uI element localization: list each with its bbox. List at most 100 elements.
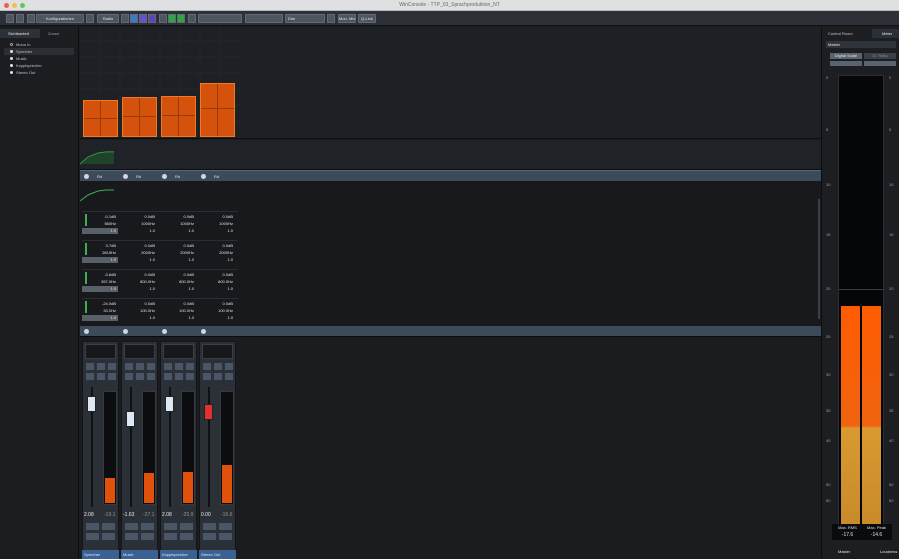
channel-control-button[interactable] (107, 372, 117, 381)
eq-gain-value[interactable]: 0.0dB (121, 214, 157, 220)
channel-control-button[interactable] (202, 362, 212, 371)
eq-power-icon[interactable] (162, 174, 167, 179)
eq-frequency-value[interactable]: 2000Hz (199, 250, 235, 256)
eq-gain-value[interactable]: 0.0dB (160, 272, 196, 278)
eq-frequency-value[interactable]: 100.0Hz (199, 308, 235, 314)
read-icon[interactable] (188, 14, 196, 23)
input-slot[interactable] (85, 344, 116, 359)
eq-gain-value[interactable]: 0.0dB (160, 214, 196, 220)
footer-loudness-tab[interactable]: Loudness (880, 549, 897, 554)
footer-master-tab[interactable]: Master (838, 549, 850, 554)
channel-bottom-button[interactable] (218, 532, 233, 541)
channel-control-button[interactable] (185, 362, 195, 371)
eq-gain-value[interactable]: 0.0dB (199, 301, 235, 307)
eq-frequency-value[interactable]: 800.0Hz (199, 279, 235, 285)
comp-power-icon[interactable] (162, 329, 167, 334)
eq-q-value[interactable]: 1.0 (121, 228, 157, 234)
eq-q-value[interactable]: 1.0 (160, 228, 196, 234)
input-slot[interactable] (202, 344, 233, 359)
preset-selector[interactable]: Konfigurationen (36, 14, 84, 23)
comp-power-icon[interactable] (123, 329, 128, 334)
eq-frequency-value[interactable]: 357.0Hz (82, 279, 118, 285)
q-link-button[interactable]: Q-Link (358, 14, 376, 23)
fader-gain-value[interactable]: -1.63 (123, 511, 134, 520)
tab-visibility[interactable]: Sichtbarkeit (0, 29, 40, 38)
eq-gain-value[interactable]: 0.0dB (121, 243, 157, 249)
mode-selector[interactable]: Radio (97, 14, 119, 23)
channel-filter[interactable] (198, 14, 242, 23)
channel-bottom-button[interactable] (85, 532, 100, 541)
channel-control-button[interactable] (96, 372, 106, 381)
insert-view-icon[interactable] (139, 14, 147, 23)
tab-zones[interactable]: Zonen (40, 29, 78, 38)
routing-icon[interactable] (121, 14, 129, 23)
eq-frequency-value[interactable]: 1000Hz (160, 221, 196, 227)
channel-bottom-button[interactable] (179, 532, 194, 541)
eq-scrollbar[interactable] (818, 199, 820, 319)
fader-gain-value[interactable]: 2.08 (162, 511, 172, 520)
eq-q-value[interactable]: 1.0 (82, 257, 118, 263)
preset-icon[interactable] (27, 14, 35, 23)
eq-q-value[interactable]: 1.0 (82, 286, 118, 292)
channel-control-button[interactable] (135, 372, 145, 381)
eq-frequency-value[interactable]: 100.0Hz (160, 308, 196, 314)
channel-control-button[interactable] (146, 372, 156, 381)
channel-bottom-button[interactable] (140, 522, 155, 531)
channel-bottom-button[interactable] (163, 522, 178, 531)
eq-power-icon[interactable] (201, 174, 206, 179)
channel-control-button[interactable] (124, 372, 134, 381)
clip-ratio-button[interactable]: Cl. Ratio (864, 53, 896, 59)
channel-control-button[interactable] (124, 362, 134, 371)
channel-control-button[interactable] (85, 362, 95, 371)
eq-frequency-value[interactable]: 33.0Hz (82, 308, 118, 314)
channel-bottom-button[interactable] (124, 532, 139, 541)
channel-control-button[interactable] (224, 372, 234, 381)
eq-frequency-value[interactable]: 560Hz (82, 221, 118, 227)
eq-q-value[interactable]: 1.0 (199, 315, 235, 321)
fader-handle[interactable] (204, 404, 213, 420)
comp-power-icon[interactable] (201, 329, 206, 334)
channel-control-button[interactable] (163, 372, 173, 381)
eq-gain-value[interactable]: -0.1dB (82, 214, 118, 220)
channel-item-stereo-out[interactable]: Stereo Out (4, 69, 74, 76)
channel-control-button[interactable] (202, 372, 212, 381)
channel-bottom-button[interactable] (85, 522, 100, 531)
eq-gain-value[interactable]: 0.0dB (160, 243, 196, 249)
eq-q-value[interactable]: 1.0 (82, 315, 118, 321)
eq-q-value[interactable]: 1.0 (199, 257, 235, 263)
peak-value[interactable]: -25.9 (182, 511, 193, 520)
input-slot[interactable] (163, 344, 194, 359)
meter-option-left[interactable] (830, 61, 862, 66)
eq-q-value[interactable]: 1.0 (82, 228, 118, 234)
eq-gain-value[interactable]: -3.6dB (82, 272, 118, 278)
channel-item-mono-in[interactable]: Mono In (4, 41, 74, 48)
play-icon[interactable] (177, 14, 185, 23)
eq-gain-value[interactable]: 0.0dB (121, 301, 157, 307)
record-icon[interactable] (159, 14, 167, 23)
channel-control-button[interactable] (174, 372, 184, 381)
channel-bottom-button[interactable] (179, 522, 194, 531)
eq-q-value[interactable]: 1.0 (121, 286, 157, 292)
channel-bottom-button[interactable] (101, 522, 116, 531)
channel-control-button[interactable] (213, 372, 223, 381)
comp-power-icon[interactable] (84, 329, 89, 334)
eq-gain-value[interactable]: 0.0dB (160, 301, 196, 307)
eq-frequency-value[interactable]: 2819Hz (82, 250, 118, 256)
monitor-icon[interactable] (168, 14, 176, 23)
fader-handle[interactable] (126, 411, 135, 427)
fader-handle[interactable] (87, 396, 96, 412)
eq-frequency-value[interactable]: 800.0Hz (160, 279, 196, 285)
channel-control-button[interactable] (163, 362, 173, 371)
eq-power-icon[interactable] (84, 174, 89, 179)
peak-value[interactable]: -19.1 (104, 511, 115, 520)
store-icon[interactable] (86, 14, 94, 23)
channel-control-button[interactable] (85, 372, 95, 381)
channel-bottom-button[interactable] (124, 522, 139, 531)
dim-button[interactable]: Dim (285, 14, 325, 23)
eq-q-value[interactable]: 1.0 (160, 257, 196, 263)
window-layout-icon[interactable] (6, 14, 14, 23)
eq-q-value[interactable]: 1.0 (160, 315, 196, 321)
eq-gain-value[interactable]: 0.0dB (121, 272, 157, 278)
eq-q-value[interactable]: 1.0 (121, 257, 157, 263)
channel-bottom-button[interactable] (202, 532, 217, 541)
